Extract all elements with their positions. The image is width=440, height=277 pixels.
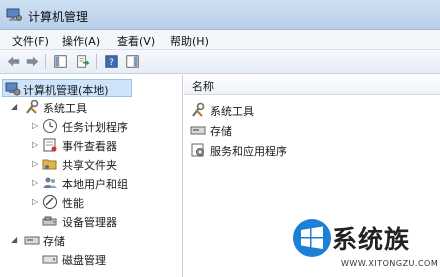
menu-action[interactable]: 操作(A): [62, 33, 100, 49]
menu-help[interactable]: 帮助(H): [170, 33, 209, 49]
expand-arrow-icon[interactable]: ▷: [32, 140, 40, 150]
toolbar-separator: [96, 54, 97, 69]
disk-management-icon: [42, 255, 58, 264]
toolbar-separator: [45, 54, 46, 69]
back-arrow-icon[interactable]: [5, 53, 22, 70]
tree-item-computer-management[interactable]: 计算机管理(本地): [2, 79, 132, 97]
tree-label: 计算机管理(本地): [23, 84, 109, 97]
expand-arrow-icon[interactable]: ▷: [32, 197, 40, 207]
menu-bar: 文件(F) 操作(A) 查看(V) 帮助(H): [0, 30, 440, 50]
tree-label: 性能: [62, 197, 84, 210]
storage-icon: [24, 236, 40, 245]
tree-label: 事件查看器: [62, 140, 117, 153]
column-header-label: 名称: [192, 80, 214, 93]
tree-label: 磁盘管理: [62, 254, 106, 267]
list-item-label: 系统工具: [210, 105, 254, 118]
tree-label: 任务计划程序: [62, 121, 128, 134]
window-title: 计算机管理: [28, 10, 89, 24]
tools-icon: [26, 99, 39, 114]
storage-icon: [190, 126, 206, 135]
watermark-url: WWW.XITONGZU.COM: [341, 259, 439, 268]
console-tree: 计算机管理(本地) ◢ 系统工具 ▷ 任务计划程序 ▷ 事件查看器 ▷ 共享文件…: [0, 75, 183, 277]
watermark-logo: 系统族 WWW.XITONGZU.COM: [292, 218, 440, 277]
tools-icon: [192, 102, 205, 117]
expand-arrow-icon[interactable]: ▷: [32, 159, 40, 169]
computer-management-icon: [5, 82, 21, 96]
toolbar: ?: [0, 50, 440, 74]
expand-collapse-icon[interactable]: ◢: [11, 235, 19, 245]
tree-label: 共享文件夹: [62, 159, 117, 172]
tree-item-disk-management[interactable]: 磁盘管理: [0, 250, 180, 268]
tree-item-shared-folders[interactable]: ▷ 共享文件夹: [0, 155, 180, 173]
tree-label: 存储: [43, 235, 65, 248]
shared-folder-icon: [42, 159, 57, 170]
computer-management-icon: [6, 8, 22, 21]
list-item[interactable]: 存储: [188, 121, 388, 139]
tree-item-storage[interactable]: ◢ 存储: [0, 231, 180, 249]
menu-file[interactable]: 文件(F): [12, 33, 49, 49]
watermark-brand: 系统族: [332, 225, 411, 254]
expand-arrow-icon[interactable]: ▷: [32, 178, 40, 188]
column-header-name[interactable]: 名称: [184, 75, 440, 95]
list-item-label: 服务和应用程序: [210, 145, 287, 158]
tree-item-local-users-groups[interactable]: ▷ 本地用户和组: [0, 174, 180, 192]
tree-item-performance[interactable]: ▷ 性能: [0, 193, 180, 211]
tree-label: 设备管理器: [62, 216, 117, 229]
help-icon[interactable]: ?: [103, 53, 120, 70]
services-icon: [191, 143, 204, 157]
list-item[interactable]: 服务和应用程序: [188, 141, 388, 159]
menu-view[interactable]: 查看(V): [117, 33, 155, 49]
title-bar: 计算机管理: [0, 0, 440, 30]
console-tree-icon[interactable]: [52, 53, 69, 70]
svg-text:?: ?: [109, 58, 114, 68]
windows-logo-icon: [293, 219, 331, 257]
tree-item-task-scheduler[interactable]: ▷ 任务计划程序: [0, 117, 180, 135]
performance-icon: [43, 195, 57, 209]
tree-item-event-viewer[interactable]: ▷ 事件查看器: [0, 136, 180, 154]
tree-item-device-manager[interactable]: 设备管理器: [0, 212, 180, 230]
export-list-icon[interactable]: [74, 53, 91, 70]
list-item[interactable]: 系统工具: [188, 101, 388, 119]
device-manager-icon: [42, 216, 57, 226]
list-item-label: 存储: [210, 125, 232, 138]
expand-arrow-icon[interactable]: ▷: [32, 121, 40, 131]
clock-icon: [43, 119, 57, 133]
forward-arrow-icon[interactable]: [24, 53, 41, 70]
tree-item-system-tools[interactable]: ◢ 系统工具: [0, 98, 180, 116]
tree-label: 本地用户和组: [62, 178, 128, 191]
show-hide-pane-icon[interactable]: [124, 53, 141, 70]
tree-label: 系统工具: [43, 102, 87, 115]
expand-collapse-icon[interactable]: ◢: [11, 102, 19, 112]
event-log-icon: [43, 138, 57, 152]
users-icon: [43, 177, 57, 188]
